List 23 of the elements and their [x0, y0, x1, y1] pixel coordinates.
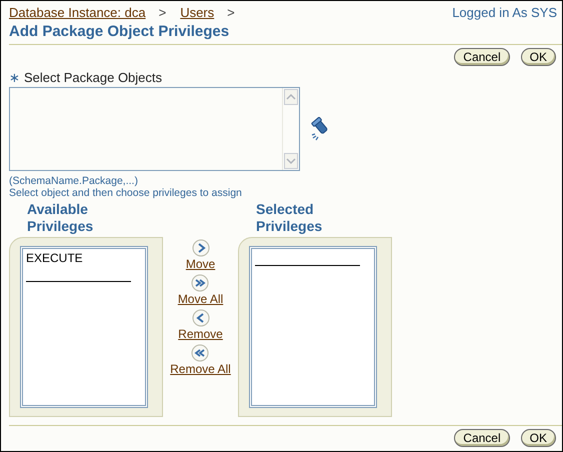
- cancel-button[interactable]: Cancel: [454, 48, 510, 66]
- list-heading: Available Privileges: [26, 200, 94, 236]
- field-label: Select Package Objects: [24, 70, 162, 85]
- shuttle-link[interactable]: Remove: [178, 327, 223, 341]
- ok-button[interactable]: OK: [520, 429, 556, 447]
- cancel-button[interactable]: Cancel: [454, 429, 510, 447]
- breadcrumb-separator: >: [227, 5, 235, 20]
- page-title: Add Package Object Privileges: [8, 22, 230, 40]
- list-option[interactable]: EXECUTE: [26, 251, 142, 265]
- shuttle-link[interactable]: Move: [186, 257, 216, 271]
- login-status: Logged in As SYS: [452, 5, 557, 20]
- ok-button[interactable]: OK: [520, 48, 556, 66]
- instruction-text: Select object and then choose privileges to assign: [8, 187, 243, 199]
- shuttle-link[interactable]: Move All: [178, 292, 224, 306]
- breadcrumb-link[interactable]: Users: [180, 5, 214, 20]
- shuttle-link[interactable]: Remove All: [170, 362, 231, 376]
- privileges-list[interactable]: [249, 246, 377, 408]
- field-hint: (SchemaName.Package,...): [8, 174, 139, 187]
- privileges-list[interactable]: EXECUTE: [20, 246, 148, 408]
- breadcrumb-link[interactable]: Database Instance: dca: [9, 5, 146, 20]
- list-heading: Selected Privileges: [255, 200, 324, 236]
- required-icon: ∗: [9, 70, 20, 85]
- breadcrumb-separator: >: [158, 5, 166, 20]
